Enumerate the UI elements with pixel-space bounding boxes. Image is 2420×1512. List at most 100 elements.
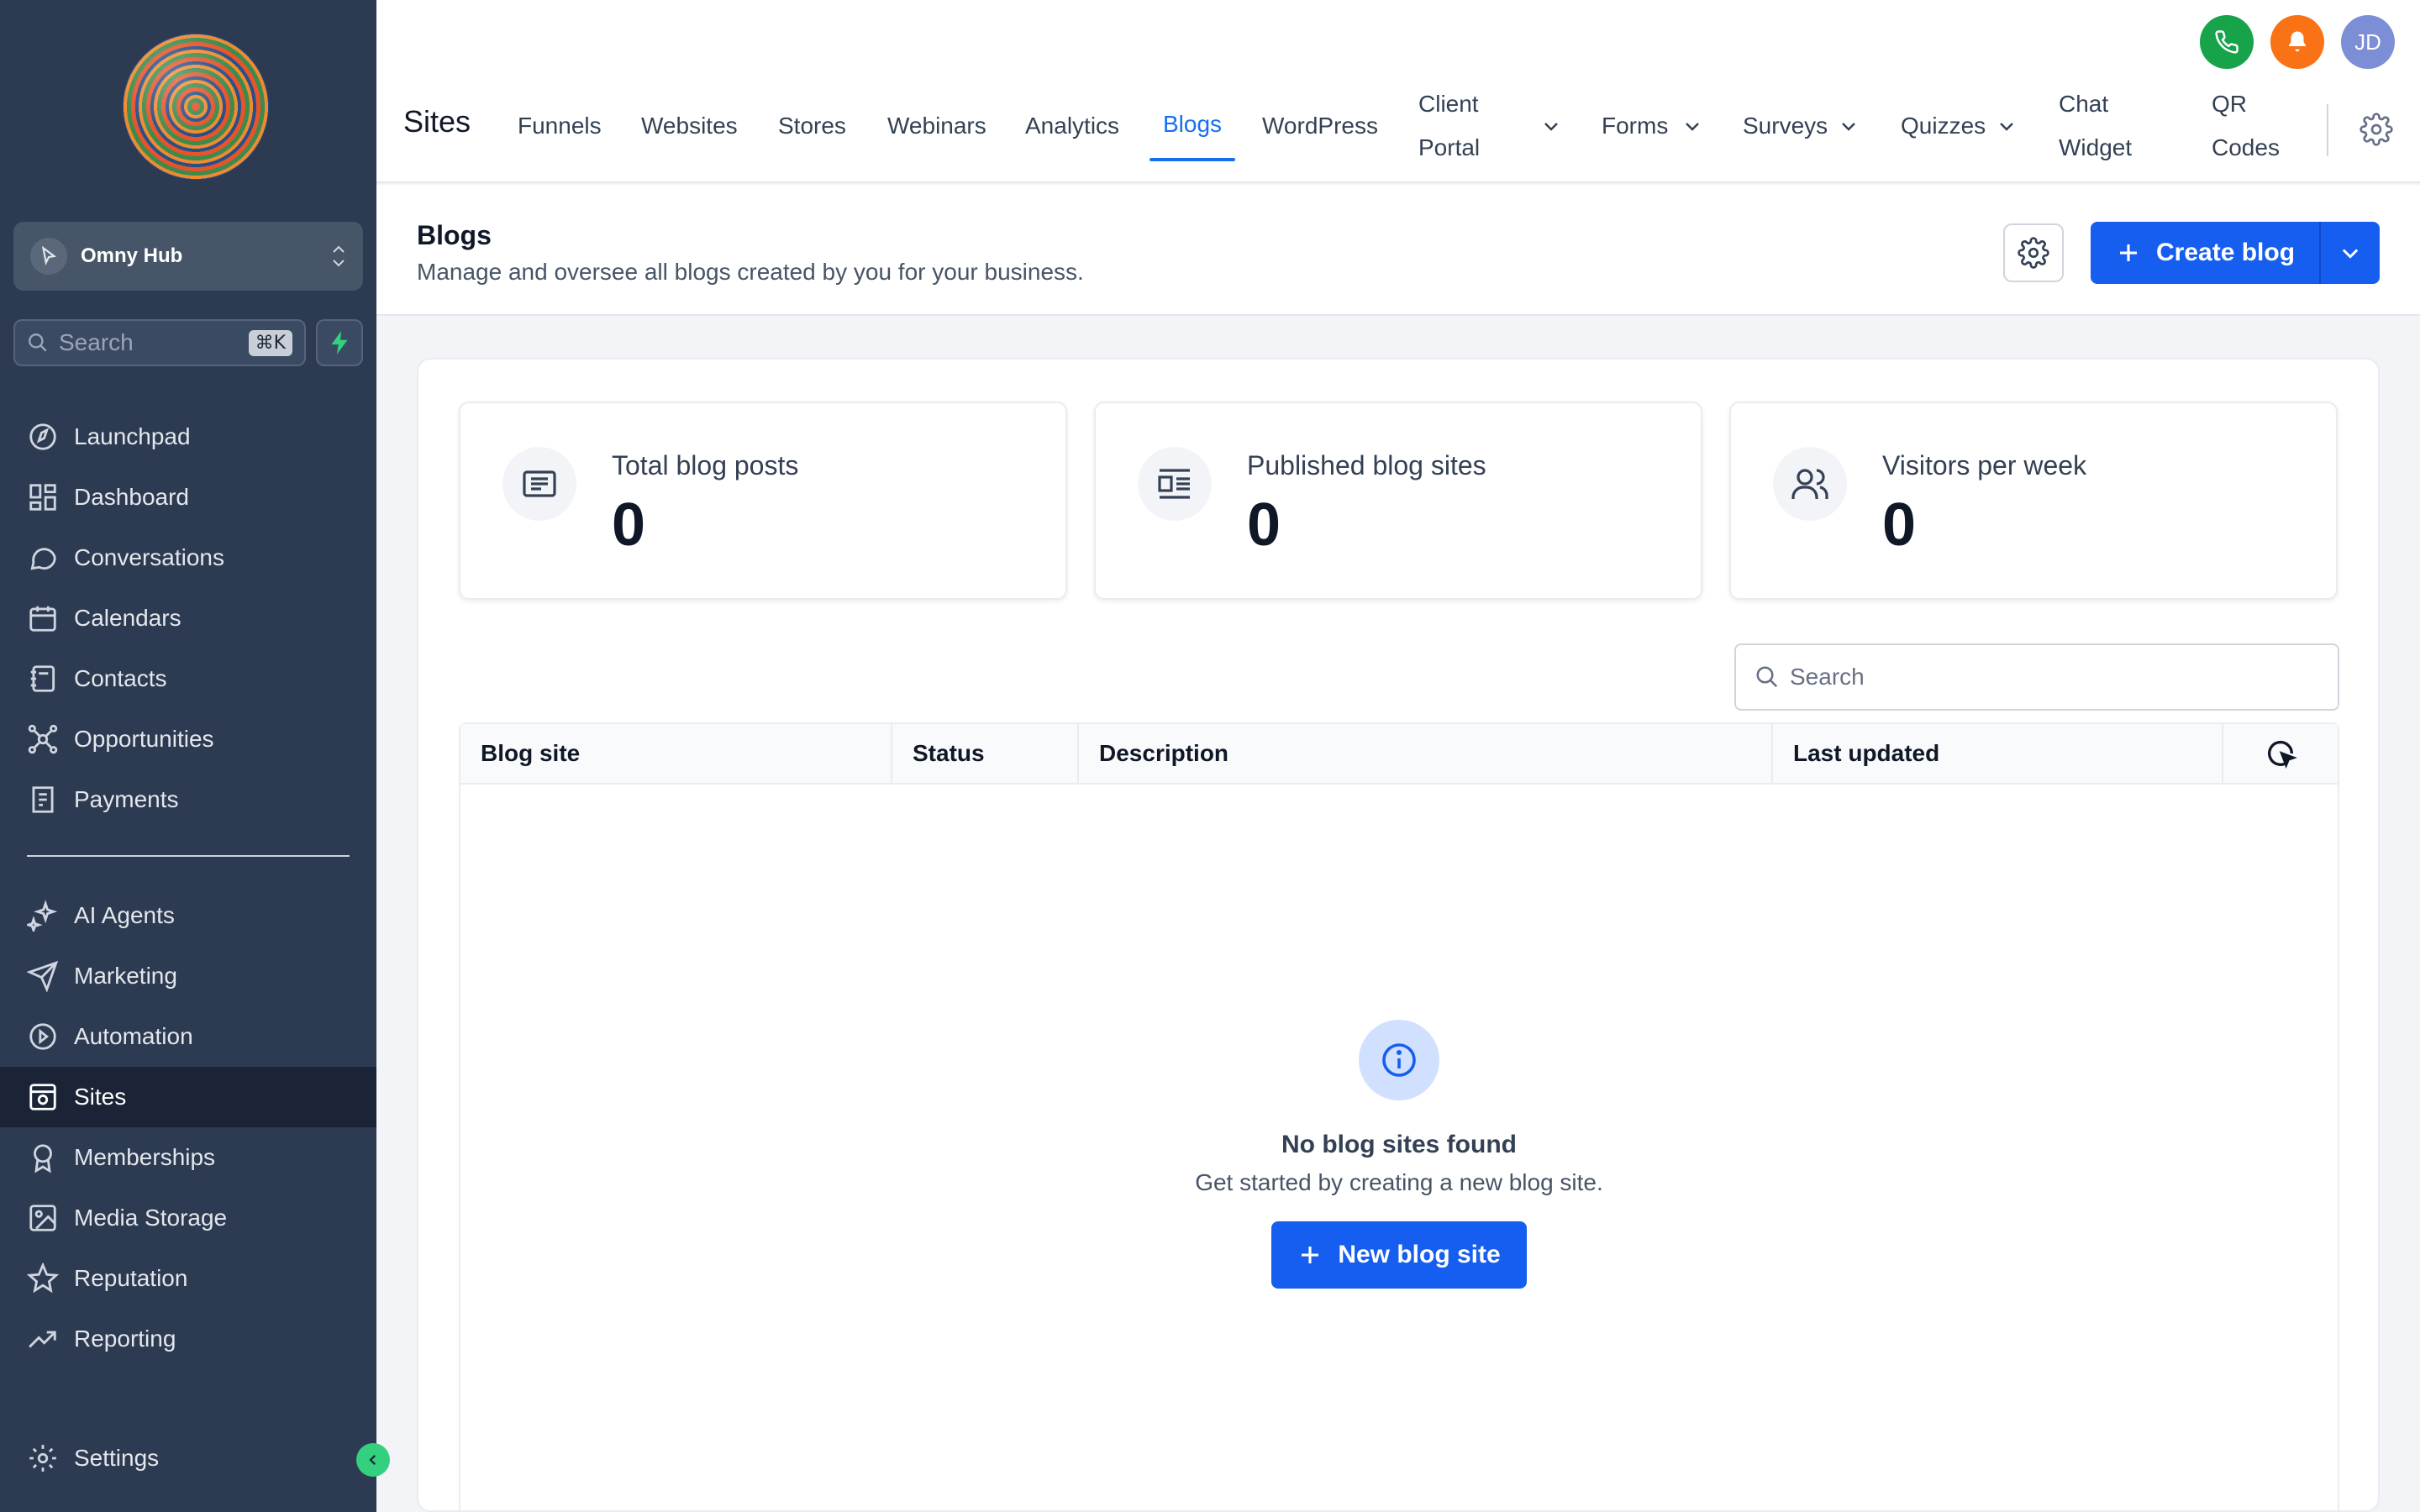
create-blog-button[interactable]: Create blog (2091, 222, 2319, 284)
badge-icon (34, 1144, 52, 1173)
stat-card-visitors: Visitors per week 0 (1729, 402, 2338, 600)
sidebar-item-label: Calendars (74, 605, 182, 631)
create-blog-label: Create blog (2156, 239, 2296, 266)
search-icon (1756, 666, 1778, 688)
dashboard-icon (29, 484, 56, 511)
tab-webinars[interactable]: Webinars (887, 104, 986, 148)
chevron-down-icon (1842, 123, 1855, 131)
sidebar-item-settings[interactable]: Settings (0, 1428, 376, 1488)
tabs-divider (2327, 104, 2328, 156)
sidebar-item-launchpad[interactable]: Launchpad (0, 407, 376, 467)
column-header-description[interactable]: Description (1079, 724, 1773, 783)
automation-icon (29, 1023, 56, 1050)
tab-client-portal-line2: Portal (1418, 134, 1481, 160)
tab-blogs[interactable]: Blogs (1163, 102, 1222, 146)
sidebar-item-label: Automation (74, 1023, 193, 1049)
tab-analytics[interactable]: Analytics (1025, 104, 1119, 148)
active-tab-indicator (1150, 158, 1235, 161)
sidebar-nav-primary: Launchpad Dashboard Conversations Calend… (0, 407, 376, 830)
create-blog-dropdown[interactable] (2319, 222, 2380, 284)
page-subtitle: Manage and oversee all blogs created by … (417, 259, 1084, 285)
stat-value: 0 (1882, 491, 1917, 559)
sidebar-item-reporting[interactable]: Reporting (0, 1309, 376, 1369)
tab-websites[interactable]: Websites (641, 104, 738, 148)
content-card: Total blog posts 0 Published blog sites … (417, 358, 2380, 1512)
table-header: Blog site Status Description Last update… (460, 724, 2338, 785)
top-bar: Sites Funnels Websites Stores Webinars A… (376, 0, 2420, 183)
tab-funnels[interactable]: Funnels (518, 104, 602, 148)
stat-card-published-sites: Published blog sites 0 (1094, 402, 1702, 600)
account-switcher[interactable]: Omny Hub (13, 222, 363, 291)
sidebar-item-label: Memberships (74, 1144, 216, 1170)
phone-icon (2215, 30, 2238, 54)
calendar-icon (29, 606, 56, 632)
receipt-icon (32, 786, 54, 813)
empty-state: No blog sites found Get started by creat… (460, 1020, 2338, 1289)
table-search-input[interactable]: Search (1734, 643, 2339, 711)
blog-settings-button[interactable] (2003, 223, 2064, 282)
lightning-icon (331, 331, 348, 354)
sidebar-item-reputation[interactable]: Reputation (0, 1248, 376, 1309)
sidebar-item-sites[interactable]: Sites (0, 1067, 376, 1127)
column-header-last-updated[interactable]: Last updated (1773, 724, 2223, 783)
empty-state-title: No blog sites found (1281, 1131, 1517, 1158)
chevron-down-icon (1544, 123, 1558, 131)
sidebar-item-ai-agents[interactable]: AI Agents (0, 885, 376, 946)
chevron-left-icon (369, 1454, 376, 1466)
phone-button[interactable] (2200, 15, 2254, 69)
image-icon (29, 1205, 56, 1231)
sparkles-icon (27, 900, 58, 932)
sidebar-item-label: Marketing (74, 963, 177, 989)
gear-icon (29, 1445, 56, 1472)
sites-icon (29, 1084, 56, 1110)
new-blog-site-button[interactable]: New blog site (1271, 1221, 1527, 1289)
tab-quizzes[interactable]: Quizzes (1901, 104, 1986, 148)
tab-forms[interactable]: Forms (1602, 104, 1668, 148)
tab-chat-widget-line1: Chat (2059, 91, 2109, 117)
sidebar-search[interactable]: Search ⌘K (13, 319, 306, 366)
sidebar-item-label: Reputation (74, 1265, 188, 1291)
refresh-button[interactable] (2223, 724, 2338, 783)
sidebar-item-payments[interactable]: Payments (0, 769, 376, 830)
search-shortcut: ⌘K (248, 329, 292, 356)
sidebar-item-marketing[interactable]: Marketing (0, 946, 376, 1006)
stat-label: Visitors per week (1882, 450, 2087, 480)
sidebar-item-opportunities[interactable]: Opportunities (0, 709, 376, 769)
search-icon (29, 333, 47, 352)
new-blog-site-label: New blog site (1338, 1241, 1501, 1268)
avatar-initials: JD (2354, 29, 2381, 55)
stat-label: Published blog sites (1247, 450, 1486, 480)
sidebar-item-label: Sites (74, 1084, 127, 1110)
company-logo[interactable] (123, 34, 269, 180)
collapse-sidebar-button[interactable] (356, 1443, 390, 1477)
tab-surveys[interactable]: Surveys (1743, 104, 1828, 148)
tab-qr-codes-line1: QR (2212, 91, 2247, 117)
sidebar-item-dashboard[interactable]: Dashboard (0, 467, 376, 528)
sidebar-item-label: Opportunities (74, 726, 214, 752)
refresh-cursor-icon (2268, 740, 2297, 769)
sidebar-item-memberships[interactable]: Memberships (0, 1127, 376, 1188)
user-avatar[interactable]: JD (2341, 15, 2395, 69)
sidebar-search-placeholder: Search (59, 329, 134, 355)
sidebar-item-media-storage[interactable]: Media Storage (0, 1188, 376, 1248)
sidebar-item-contacts[interactable]: Contacts (0, 648, 376, 709)
quick-actions-button[interactable] (316, 319, 363, 366)
sidebar-item-conversations[interactable]: Conversations (0, 528, 376, 588)
account-name: Omny Hub (81, 244, 183, 267)
post-icon (502, 447, 576, 521)
notifications-button[interactable] (2270, 15, 2324, 69)
stat-value: 0 (1247, 491, 1281, 559)
gear-icon[interactable] (2360, 113, 2393, 146)
column-header-blog-site[interactable]: Blog site (460, 724, 892, 783)
sidebar-item-label: Settings (74, 1445, 160, 1471)
page-header: Blogs Manage and oversee all blogs creat… (376, 185, 2420, 316)
tab-stores[interactable]: Stores (778, 104, 846, 148)
plus-icon (2120, 244, 2137, 261)
sidebar-item-automation[interactable]: Automation (0, 1006, 376, 1067)
sidebar-item-calendars[interactable]: Calendars (0, 588, 376, 648)
column-header-status[interactable]: Status (892, 724, 1079, 783)
sidebar-item-label: Launchpad (74, 423, 191, 449)
table-search-placeholder: Search (1790, 664, 1865, 690)
sidebar-item-label: Reporting (74, 1326, 176, 1352)
tab-wordpress[interactable]: WordPress (1262, 104, 1378, 148)
